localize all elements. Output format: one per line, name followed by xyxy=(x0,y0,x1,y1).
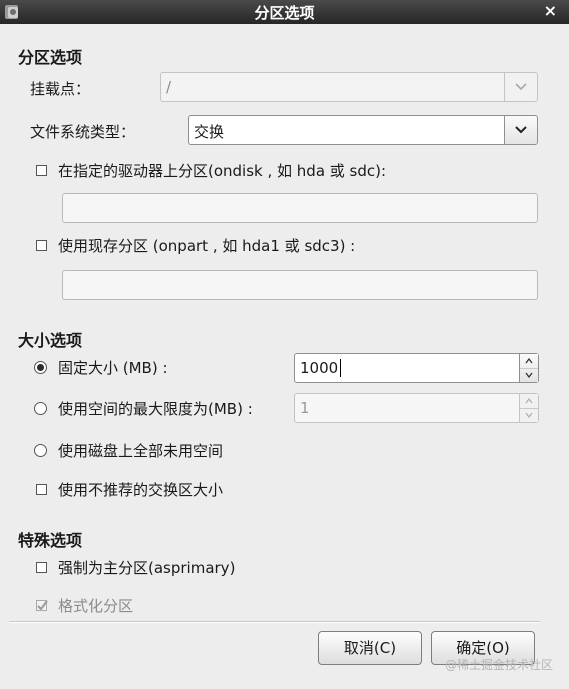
fs-type-value: 交换 xyxy=(194,123,225,141)
window-title: 分区选项 xyxy=(254,4,315,22)
decrement-button[interactable] xyxy=(520,408,538,422)
onpart-checkbox[interactable] xyxy=(36,240,47,251)
checkmark-icon xyxy=(37,600,48,611)
special-options-heading: 特殊选项 xyxy=(18,531,83,550)
ondisk-checkbox[interactable] xyxy=(36,165,47,176)
max-size-value: 1 xyxy=(300,399,310,417)
mount-point-dropdown-button[interactable] xyxy=(504,73,537,101)
recommended-swap-label: 使用不推荐的交换区大小 xyxy=(58,481,224,499)
max-size-stepper[interactable] xyxy=(519,394,538,422)
watermark-text: @稀土掘金技术社区 xyxy=(445,658,554,672)
asprimary-checkbox[interactable] xyxy=(36,562,47,573)
close-icon[interactable]: × xyxy=(544,1,557,20)
mount-point-label: 挂载点： xyxy=(30,80,91,98)
chevron-up-icon xyxy=(525,398,533,404)
asprimary-label: 强制为主分区(asprimary) xyxy=(58,559,236,577)
fs-type-label: 文件系统类型： xyxy=(30,123,136,141)
partition-options-heading: 分区选项 xyxy=(18,48,83,67)
all-space-label: 使用磁盘上全部未用空间 xyxy=(58,442,224,460)
title-bar: 分区选项 × xyxy=(0,0,569,24)
increment-button[interactable] xyxy=(520,394,538,409)
recommended-swap-checkbox[interactable] xyxy=(36,484,47,495)
fs-type-dropdown-button[interactable] xyxy=(504,116,537,144)
onpart-label: 使用现存分区 (onpart , 如 hda1 或 sdc3) : xyxy=(58,237,356,255)
all-space-radio[interactable] xyxy=(34,444,47,457)
fs-type-combo[interactable]: 交换 xyxy=(188,115,538,145)
separator xyxy=(9,621,540,623)
chevron-down-icon xyxy=(515,83,527,91)
increment-button[interactable] xyxy=(520,354,538,369)
chevron-down-icon xyxy=(525,372,533,378)
fixed-size-spinbox[interactable]: 1000 xyxy=(294,353,539,383)
cancel-button[interactable]: 取消(C) xyxy=(318,631,422,665)
format-checkbox[interactable] xyxy=(36,600,48,611)
format-label: 格式化分区 xyxy=(58,597,134,615)
max-size-spinbox[interactable]: 1 xyxy=(294,393,539,423)
onpart-input[interactable] xyxy=(62,270,538,300)
ondisk-input[interactable] xyxy=(62,193,538,223)
chevron-down-icon xyxy=(515,126,527,134)
fixed-size-value: 1000 xyxy=(300,359,339,377)
chevron-down-icon xyxy=(525,412,533,418)
max-size-label: 使用空间的最大限度为(MB) : xyxy=(58,400,253,418)
chevron-up-icon xyxy=(525,358,533,364)
fixed-size-stepper[interactable] xyxy=(519,354,538,382)
decrement-button[interactable] xyxy=(520,368,538,382)
size-options-heading: 大小选项 xyxy=(18,331,83,350)
ondisk-label: 在指定的驱动器上分区(ondisk , 如 hda 或 sdc): xyxy=(58,162,387,180)
fixed-size-label: 固定大小 (MB) : xyxy=(58,359,168,377)
mount-point-value: / xyxy=(166,78,172,96)
max-size-radio[interactable] xyxy=(34,402,47,415)
fixed-size-radio[interactable] xyxy=(34,361,47,374)
mount-point-combo[interactable]: / xyxy=(160,72,538,102)
text-caret xyxy=(340,359,341,377)
